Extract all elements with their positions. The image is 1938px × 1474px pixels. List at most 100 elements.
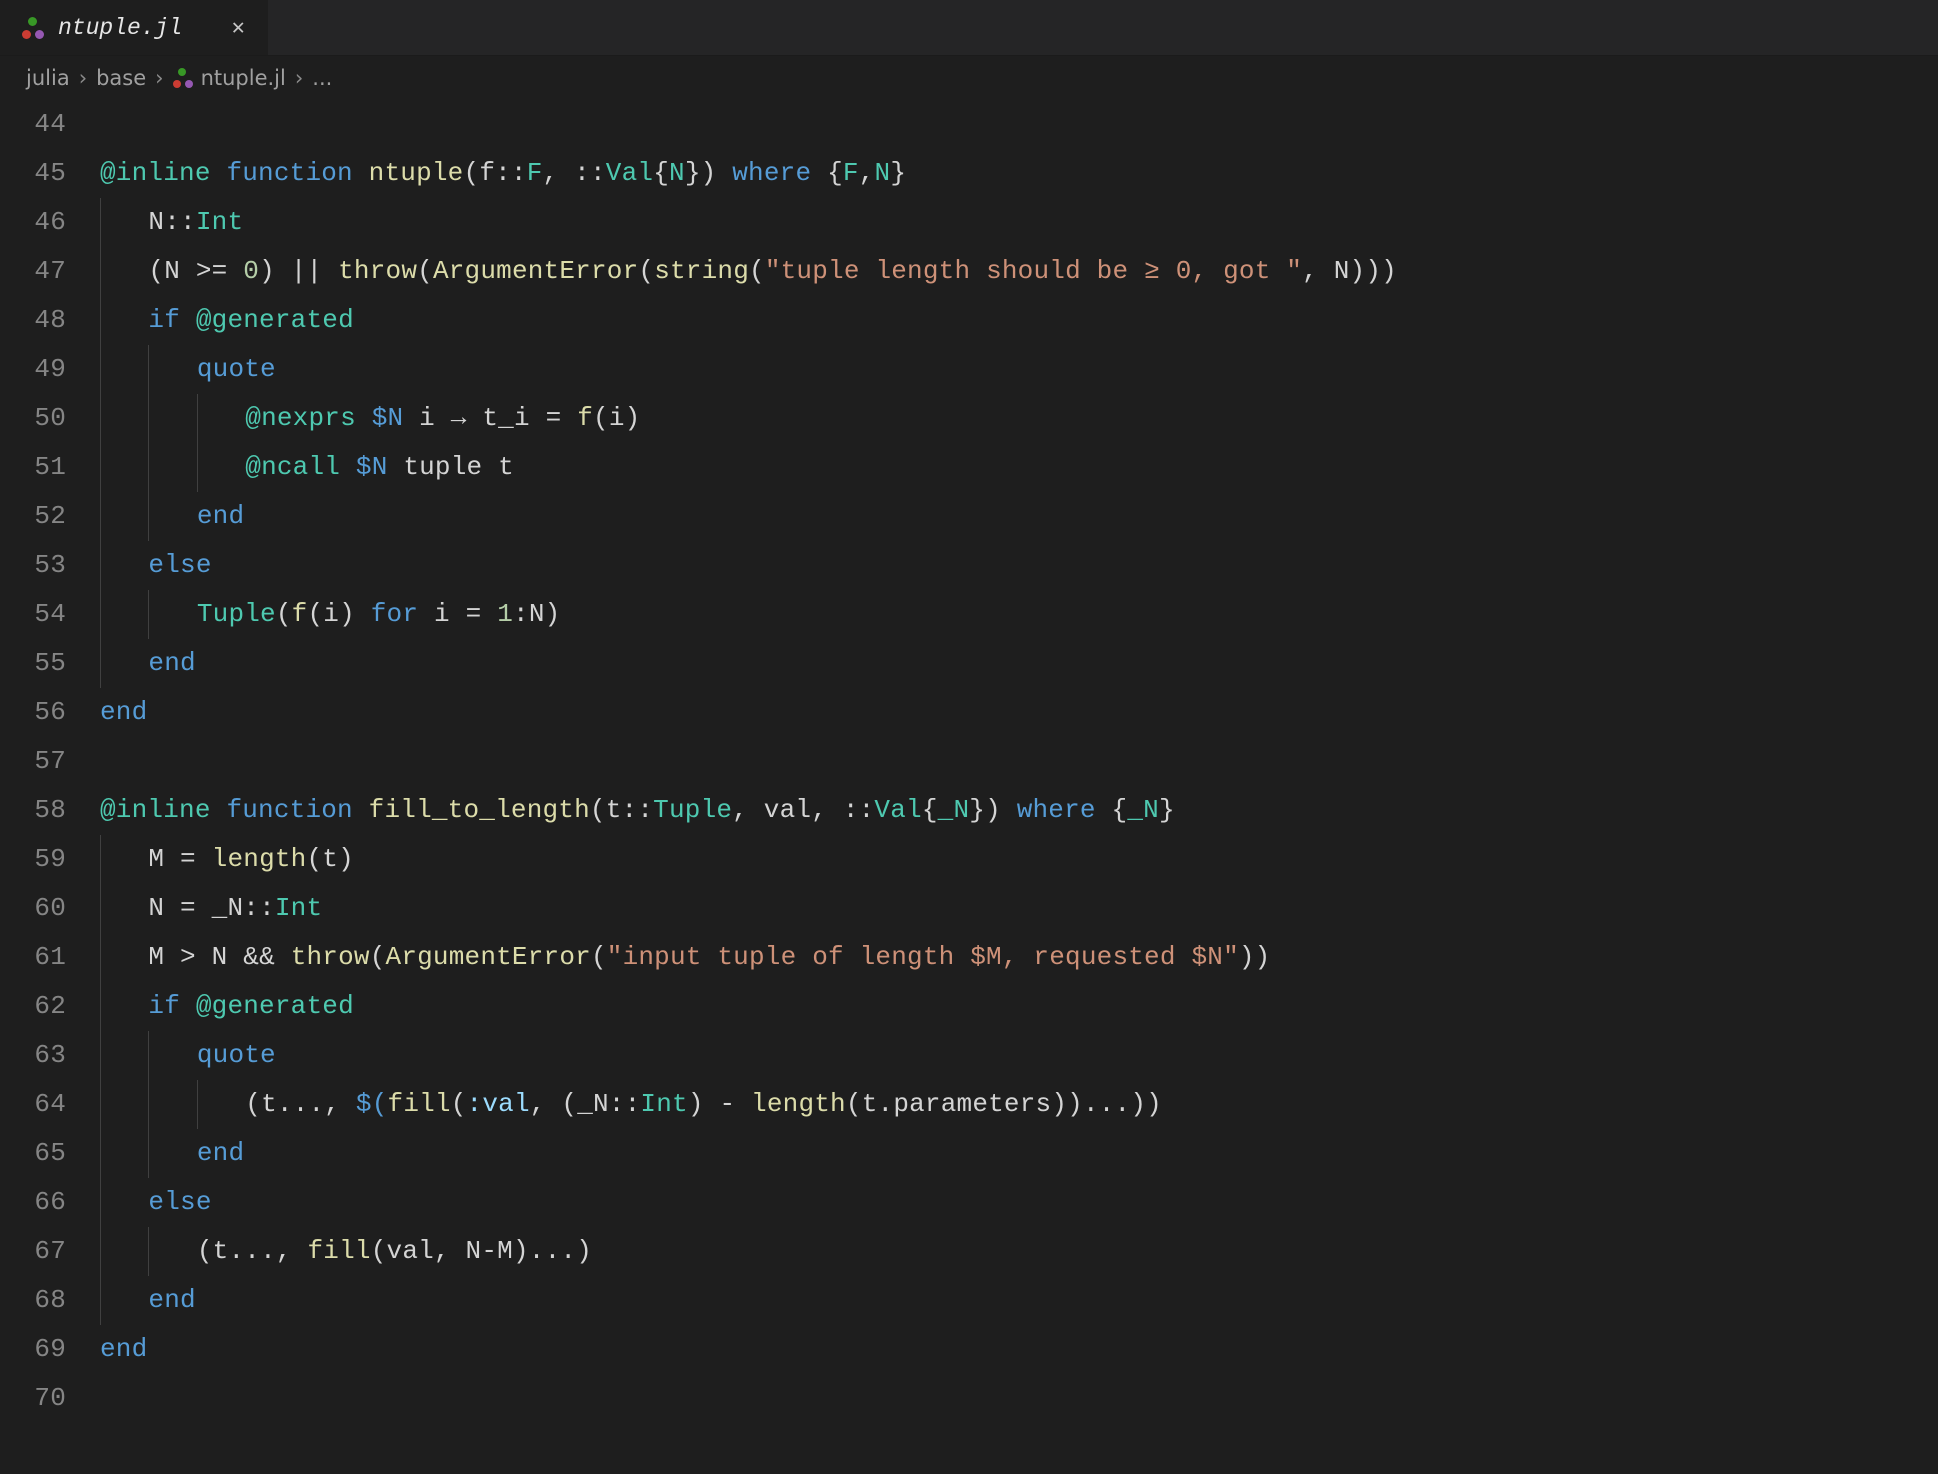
token [101,1187,148,1217]
token: t [261,1089,277,1119]
code-line[interactable] [100,737,1938,786]
code-line[interactable]: M = length(t) [100,835,1938,884]
line-number: 64 [0,1080,66,1129]
token: ( [245,1089,261,1119]
code-line[interactable]: end [100,639,1938,688]
token: } [1159,795,1175,825]
token: @inline [100,158,211,188]
token [101,550,148,580]
code-line[interactable]: (t..., fill(val, N-M)...) [100,1227,1938,1276]
tab-filename: ntuple.jl [58,15,182,41]
code-line[interactable]: @inline function ntuple(f::F, ::Val{N}) … [100,149,1938,198]
token: 1 [497,599,513,629]
token: else [148,1187,211,1217]
token: function [226,158,352,188]
line-number: 48 [0,296,66,345]
token: $( [356,1089,388,1119]
code-line[interactable]: quote [100,345,1938,394]
line-number: 50 [0,394,66,443]
token [149,1138,196,1168]
editor[interactable]: 4445464748495051525354555657585960616263… [0,100,1938,1423]
chevron-right-icon: › [155,66,163,90]
token [149,501,196,531]
token: ( [197,1236,213,1266]
line-number: 69 [0,1325,66,1374]
code-line[interactable]: N::Int [100,198,1938,247]
code-line[interactable]: if @generated [100,982,1938,1031]
code-line[interactable]: end [100,1325,1938,1374]
token: F [843,158,859,188]
code-line[interactable]: (t..., $(fill(:val, (_N::Int) - length(t… [100,1080,1938,1129]
breadcrumb-seg-julia[interactable]: julia [26,66,70,90]
token: else [148,550,211,580]
token: ( [593,403,609,433]
token: ntuple [369,158,464,188]
line-number: 56 [0,688,66,737]
line-number: 65 [0,1129,66,1178]
line-number: 45 [0,149,66,198]
token: )) [1239,942,1271,972]
line-number: 61 [0,933,66,982]
token [149,403,196,433]
code-line[interactable]: M > N && throw(ArgumentError("input tupl… [100,933,1938,982]
code-line[interactable] [100,1374,1938,1423]
token: if [148,991,180,1021]
token: M [148,942,164,972]
code-line[interactable]: @inline function fill_to_length(t::Tuple… [100,786,1938,835]
token [101,599,148,629]
token: i [419,403,435,433]
token: _N [212,893,244,923]
code-line[interactable]: end [100,1129,1938,1178]
token [198,452,245,482]
code-line[interactable]: quote [100,1031,1938,1080]
close-icon[interactable]: ✕ [226,16,250,40]
code-line[interactable]: end [100,688,1938,737]
code-line[interactable]: (N >= 0) || throw(ArgumentError(string("… [100,247,1938,296]
token: @inline [100,795,211,825]
code-line[interactable]: N = _N::Int [100,884,1938,933]
token: ( [464,158,480,188]
token: ( [590,795,606,825]
code-line[interactable]: end [100,1276,1938,1325]
token: val [387,1236,434,1266]
token: N [875,158,891,188]
code-line[interactable] [100,100,1938,149]
token [101,207,148,237]
token: ( [591,942,607,972]
code-line[interactable]: Tuple(f(i) for i = 1:N) [100,590,1938,639]
code-line[interactable]: end [100,492,1938,541]
token: ( [306,844,322,874]
tab-ntuple[interactable]: ntuple.jl ✕ [0,0,269,55]
line-number: 46 [0,198,66,247]
token: throw [291,942,370,972]
token: → [435,403,482,433]
code-area[interactable]: @inline function ntuple(f::F, ::Val{N}) … [100,100,1938,1423]
code-line[interactable]: if @generated [100,296,1938,345]
token: _N [1127,795,1159,825]
breadcrumb-seg-file[interactable]: ntuple.jl [201,66,286,90]
token: t [498,452,514,482]
token: M [148,844,164,874]
line-number: 44 [0,100,66,149]
line-number-gutter: 4445464748495051525354555657585960616263… [0,100,100,1423]
token: , ( [530,1089,577,1119]
token: Val [606,158,653,188]
token: Val [874,795,921,825]
code-line[interactable]: else [100,541,1938,590]
token: throw [338,256,417,286]
code-line[interactable]: @ncall $N tuple t [100,443,1938,492]
token: where [732,158,811,188]
token: ... [529,1236,576,1266]
breadcrumb-seg-ellipsis[interactable]: ... [312,66,332,90]
code-line[interactable]: else [100,1178,1938,1227]
token: function [226,795,352,825]
token: t [862,1089,878,1119]
token: F [527,158,543,188]
token: N [148,207,164,237]
token: - [719,1089,751,1119]
line-number: 55 [0,639,66,688]
breadcrumb-seg-base[interactable]: base [96,66,146,90]
token: @nexprs [245,403,356,433]
code-line[interactable]: @nexprs $N i → t_i = f(i) [100,394,1938,443]
token: val [764,795,811,825]
